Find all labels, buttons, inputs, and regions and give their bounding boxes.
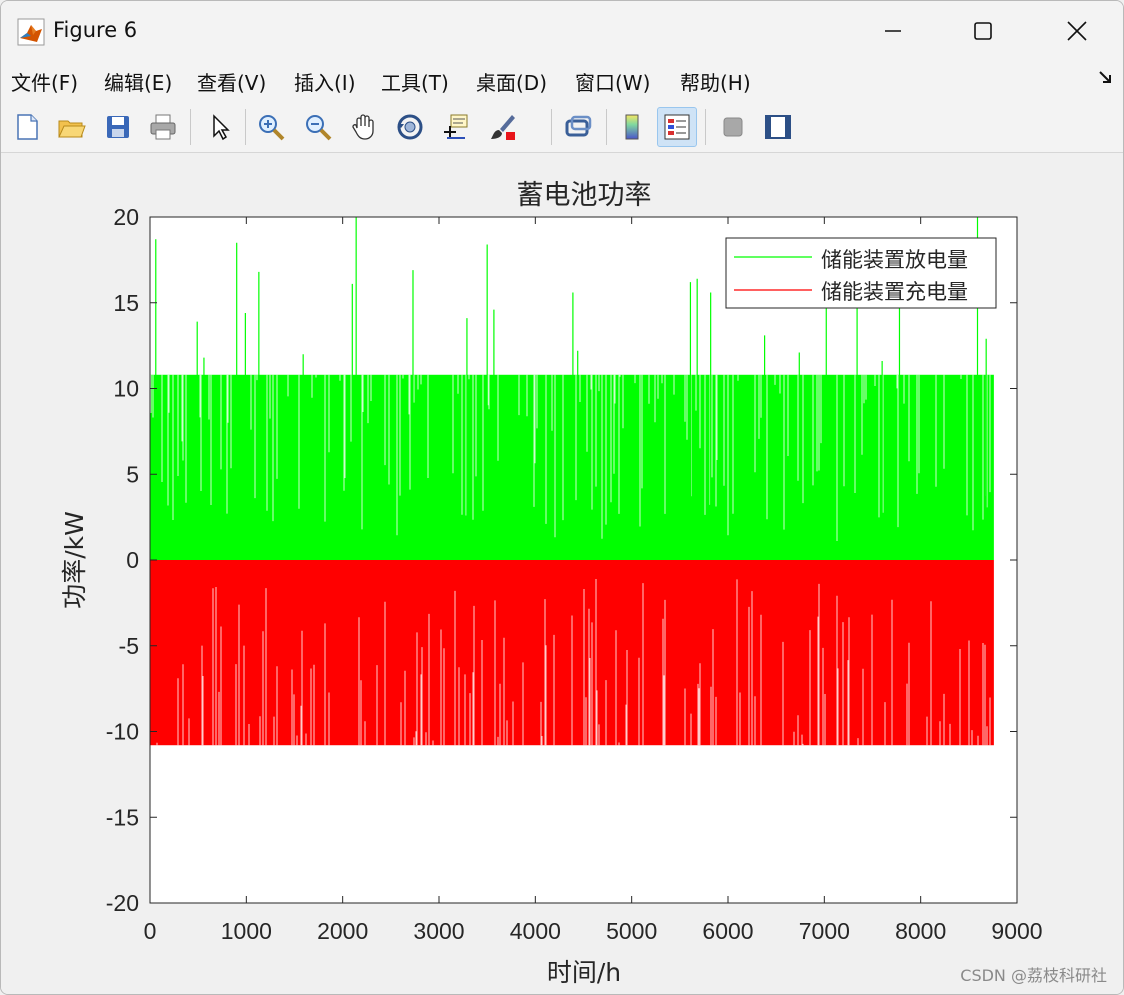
chart-title: 蓄电池功率 <box>517 180 652 211</box>
legend-label-charge: 储能装置充电量 <box>821 280 968 304</box>
x-tick-label: 1000 <box>221 918 272 944</box>
data-cursor-icon <box>444 114 468 139</box>
y-tick-label: 20 <box>113 204 139 230</box>
hide-plot-tools-button[interactable] <box>713 107 753 147</box>
show-plot-tools-icon <box>765 115 791 139</box>
zoom-in-button[interactable] <box>251 107 291 147</box>
brush-button[interactable] <box>483 107 523 147</box>
zoom-out-icon <box>306 115 332 141</box>
watermark: CSDN @荔枝科研社 <box>960 966 1107 985</box>
window-title: Figure 6 <box>53 18 138 42</box>
new-figure-icon <box>17 114 38 140</box>
y-axis-label: 功率/kW <box>60 511 89 609</box>
x-tick-label: 8000 <box>895 918 946 944</box>
menu-view[interactable]: 查看(V) <box>197 67 266 96</box>
maximize-icon <box>974 22 992 40</box>
menu-tools[interactable]: 工具(T) <box>381 67 449 96</box>
legend-label-discharge: 储能装置放电量 <box>821 248 968 272</box>
x-tick-label: 3000 <box>413 918 464 944</box>
data-cursor-button[interactable] <box>436 107 476 147</box>
rotate-3d-button[interactable] <box>390 107 430 147</box>
y-tick-label: 0 <box>126 547 139 573</box>
menu-insert[interactable]: 插入(I) <box>294 67 356 96</box>
x-tick-label: 4000 <box>510 918 561 944</box>
menu-edit[interactable]: 编辑(E) <box>104 67 172 96</box>
y-tick-label: -15 <box>106 804 139 830</box>
link-plot-button[interactable] <box>558 107 598 147</box>
toolbar <box>1 101 1123 227</box>
y-tick-label: 10 <box>113 376 139 402</box>
save-button[interactable] <box>98 107 138 147</box>
menu-window[interactable]: 窗口(W) <box>575 67 650 96</box>
matlab-app-icon <box>17 18 45 46</box>
pointer-icon <box>213 114 230 141</box>
menu-file[interactable]: 文件(F) <box>11 67 78 96</box>
y-tick-label: -10 <box>106 719 139 745</box>
brush-icon <box>491 115 515 140</box>
minimize-icon <box>885 30 901 32</box>
save-icon <box>107 116 129 138</box>
figure-canvas[interactable]: 0 1000 2000 3000 4000 5000 6000 7000 8000 9000 20 1… <box>1 154 1124 995</box>
print-icon <box>150 114 176 140</box>
battery-power-plot[interactable]: 0 1000 2000 3000 4000 5000 6000 7000 8000 9000 20 1… <box>1 154 1124 995</box>
y-tick-label: -20 <box>106 890 139 916</box>
y-tick-label: -5 <box>119 633 139 659</box>
menu-desktop[interactable]: 桌面(D) <box>476 67 547 96</box>
rotate-3d-icon <box>397 114 423 140</box>
x-tick-label: 0 <box>144 918 157 944</box>
show-plot-tools-button[interactable] <box>758 107 798 147</box>
y-tick-label: 15 <box>113 290 139 316</box>
menu-help[interactable]: 帮助(H) <box>680 67 751 96</box>
zoom-in-icon <box>259 115 285 141</box>
x-axis-label: 时间/h <box>547 958 621 987</box>
pan-hand-icon <box>352 114 374 140</box>
legend[interactable]: 储能装置放电量 储能装置充电量 <box>725 237 997 309</box>
link-plot-icon <box>565 115 592 137</box>
legend-button[interactable] <box>657 107 697 147</box>
close-icon <box>1067 21 1087 41</box>
open-file-icon <box>58 120 86 138</box>
zoom-out-button[interactable] <box>298 107 338 147</box>
figure-window: Figure 6 文件(F) 编辑(E) 查看(V) 插入(I) 工具(T) 桌… <box>0 0 1124 995</box>
title-bar[interactable]: Figure 6 <box>1 1 1123 61</box>
minimize-button[interactable] <box>847 1 939 61</box>
dock-arrow-icon[interactable] <box>1097 69 1113 85</box>
x-tick-label: 2000 <box>317 918 368 944</box>
menu-bar: 文件(F) 编辑(E) 查看(V) 插入(I) 工具(T) 桌面(D) 窗口(W… <box>1 61 1123 101</box>
hide-plot-tools-icon <box>723 117 743 137</box>
pan-button[interactable] <box>344 107 384 147</box>
close-button[interactable] <box>1031 1 1123 61</box>
new-figure-button[interactable] <box>7 107 47 147</box>
x-tick-label: 7000 <box>799 918 850 944</box>
colorbar-icon <box>625 114 639 140</box>
x-tick-label: 9000 <box>991 918 1042 944</box>
pointer-button[interactable] <box>199 107 239 147</box>
discharge-bars <box>150 374 994 560</box>
print-button[interactable] <box>143 107 183 147</box>
x-tick-label: 6000 <box>702 918 753 944</box>
colorbar-button[interactable] <box>612 107 652 147</box>
x-tick-label: 5000 <box>606 918 657 944</box>
maximize-button[interactable] <box>937 1 1029 61</box>
y-tick-label: 5 <box>126 461 139 487</box>
legend-icon <box>664 114 690 140</box>
open-file-button[interactable] <box>51 107 91 147</box>
